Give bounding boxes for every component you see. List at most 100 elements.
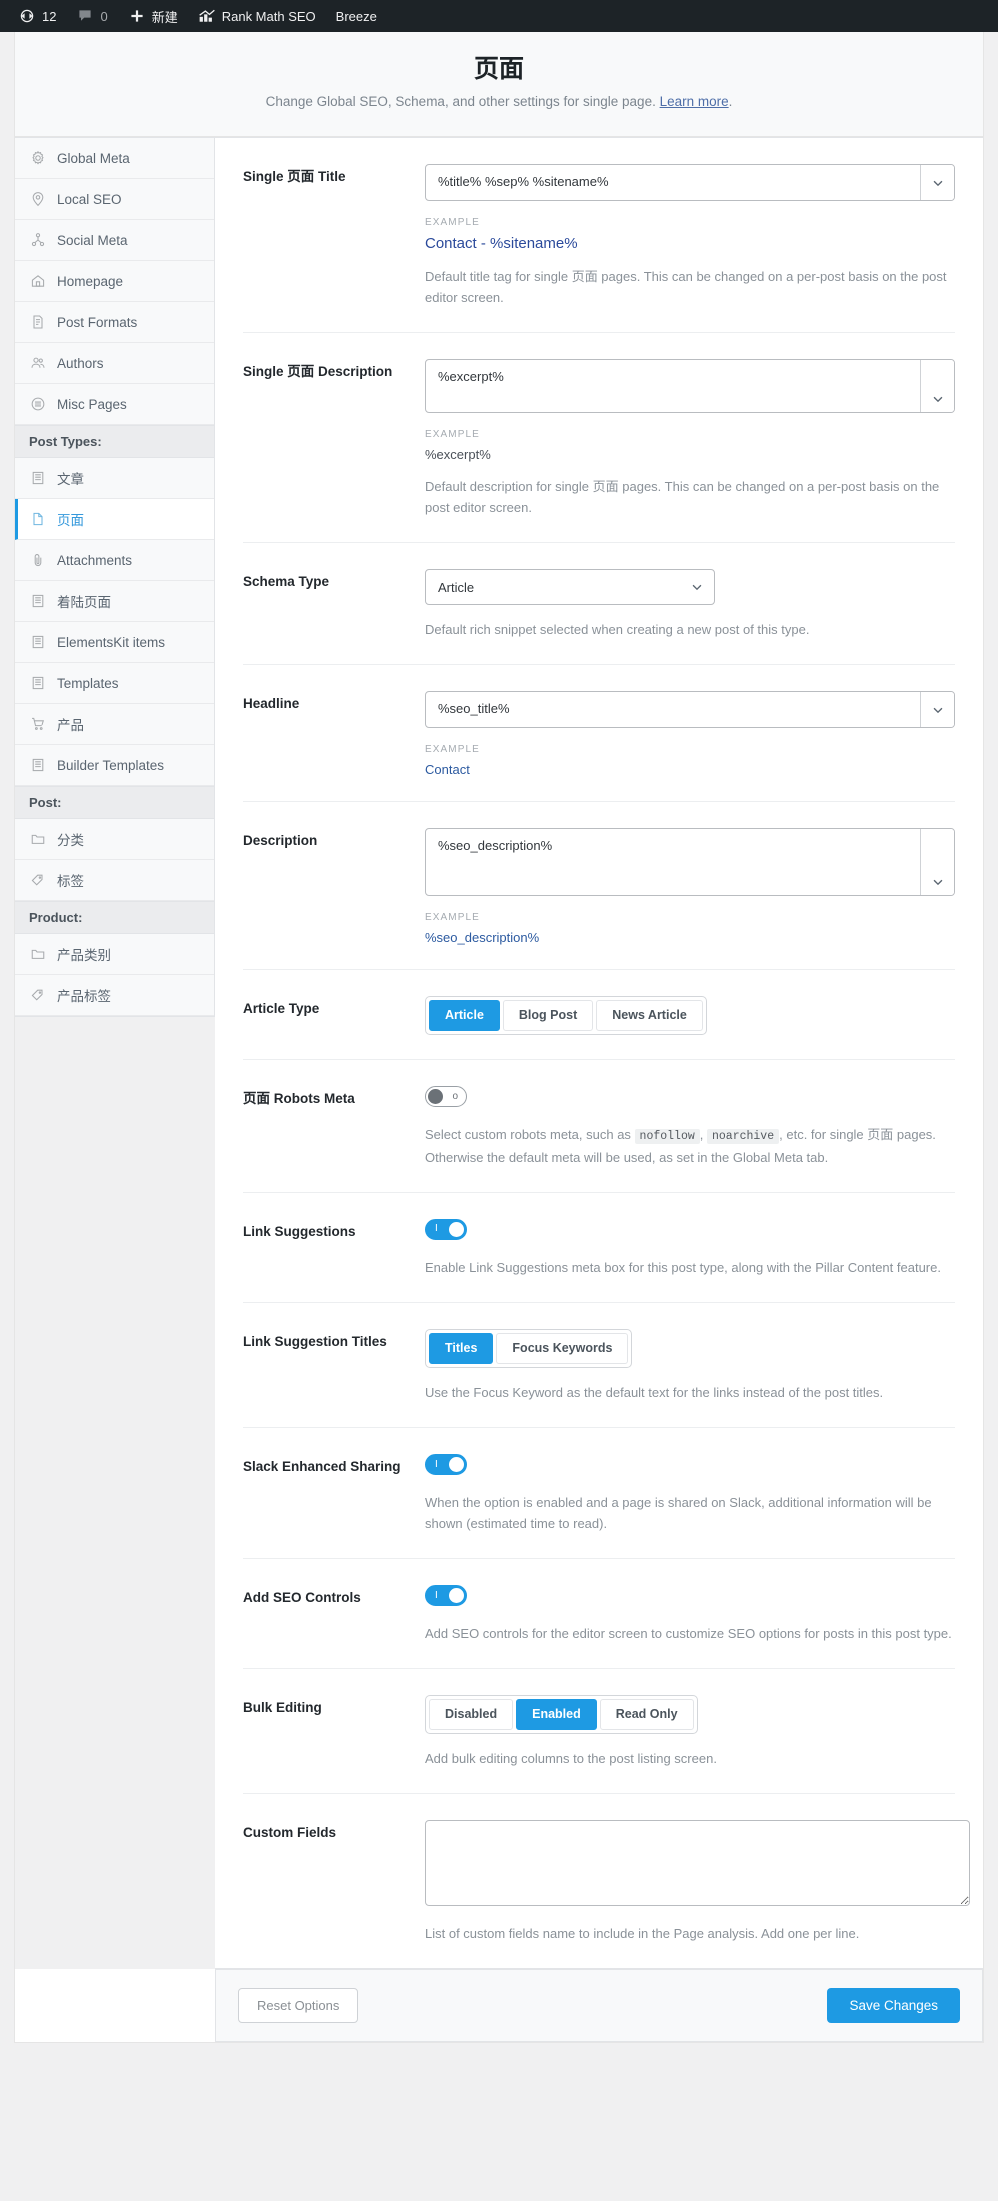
bulk-editing-option-disabled[interactable]: Disabled	[429, 1699, 514, 1731]
field-control: Article Blog Post News Article	[425, 996, 955, 1036]
field-control: %excerpt% EXAMPLE %excerpt% Default desc…	[425, 359, 955, 518]
sidebar-item-posts[interactable]: 文章	[15, 458, 214, 500]
sidebar-item-label: 产品类别	[57, 948, 111, 964]
share-nodes-icon	[29, 231, 47, 249]
field-bulk-editing: Bulk Editing Disabled Enabled Read Only …	[243, 1669, 955, 1795]
adminbar-rank-math[interactable]: Rank Math SEO	[188, 0, 326, 32]
reset-options-button[interactable]: Reset Options	[238, 1988, 359, 2024]
sidebar-item-product-categories[interactable]: 产品类别	[15, 934, 214, 976]
article-type-option-news-article[interactable]: News Article	[596, 1000, 703, 1032]
adminbar-rank-math-label: Rank Math SEO	[221, 8, 316, 24]
example-value: %seo_description%	[425, 930, 540, 946]
sidebar-item-misc-pages[interactable]: Misc Pages	[15, 384, 214, 426]
sidebar-item-global-meta[interactable]: Global Meta	[15, 138, 214, 180]
adminbar-new-content[interactable]: 新建	[118, 0, 188, 32]
description-value[interactable]: %seo_description%	[426, 829, 920, 895]
toggle-knob	[428, 1089, 443, 1105]
slack-enhanced-sharing-toggle[interactable]: I	[425, 1454, 467, 1476]
link-suggestions-toggle[interactable]: I	[425, 1218, 467, 1240]
adminbar-updates[interactable]: 12	[8, 0, 66, 32]
bulk-editing-button-group: Disabled Enabled Read Only	[425, 1695, 698, 1735]
single-title-value[interactable]: %title% %sep% %sitename%	[426, 165, 920, 200]
bulk-editing-option-enabled[interactable]: Enabled	[516, 1699, 597, 1731]
comment-bubble-icon	[76, 7, 94, 25]
single-description-value[interactable]: %excerpt%	[426, 360, 920, 412]
chevron-down-icon[interactable]	[920, 829, 954, 896]
field-label: Custom Fields	[243, 1825, 337, 1841]
field-control: Titles Focus Keywords Use the Focus Keyw…	[425, 1328, 955, 1403]
sidebar-item-builder-templates[interactable]: Builder Templates	[15, 745, 214, 787]
sidebar-item-label: Templates	[57, 675, 119, 691]
adminbar-comments-count: 0	[100, 8, 108, 24]
folder-icon	[29, 830, 47, 848]
sidebar-item-authors[interactable]: Authors	[15, 343, 214, 385]
sidebar-item-label: Authors	[57, 355, 104, 371]
sidebar-item-social-meta[interactable]: Social Meta	[15, 220, 214, 262]
settings-footer: Reset Options Save Changes	[215, 1969, 983, 2043]
help-text: Default title tag for single 页面 pages. T…	[425, 269, 947, 306]
field-headline: Headline %seo_title% EXAMPLE Contact	[243, 665, 955, 803]
sidebar-item-elementskit-items[interactable]: ElementsKit items	[15, 622, 214, 664]
field-schema-type: Schema Type Article Default rich snippet…	[243, 543, 955, 666]
paperclip-icon	[29, 551, 47, 569]
bulk-editing-option-read-only[interactable]: Read Only	[599, 1699, 694, 1731]
toggle-on-mark: I	[435, 1223, 438, 1235]
field-label: Schema Type	[243, 574, 330, 590]
help-text: When the option is enabled and a page is…	[425, 1495, 932, 1532]
robots-meta-toggle[interactable]: o	[425, 1086, 467, 1108]
sidebar-item-product-tags[interactable]: 产品标签	[15, 975, 214, 1017]
plus-icon	[128, 7, 146, 25]
single-description-input[interactable]: %excerpt%	[425, 359, 955, 414]
post-icon	[29, 592, 47, 610]
sidebar-item-post-formats[interactable]: Post Formats	[15, 302, 214, 344]
sidebar-item-label: 标签	[57, 874, 84, 890]
settings-fields: Single 页面 Title %title% %sep% %sitename%…	[215, 138, 983, 1968]
chevron-down-icon[interactable]	[920, 165, 954, 201]
article-type-option-blog-post[interactable]: Blog Post	[502, 1000, 594, 1032]
sidebar-item-homepage[interactable]: Homepage	[15, 261, 214, 303]
sidebar-item-label: Global Meta	[57, 150, 130, 166]
field-label: Link Suggestion Titles	[243, 1333, 387, 1349]
sidebar-item-label: 页面	[57, 513, 84, 529]
toggle-on-mark: I	[435, 1589, 438, 1601]
adminbar-comments[interactable]: 0	[66, 0, 117, 32]
field-label: Link Suggestions	[243, 1223, 356, 1239]
schema-type-select[interactable]: Article	[425, 569, 715, 606]
single-title-input[interactable]: %title% %sep% %sitename%	[425, 164, 955, 202]
learn-more-link[interactable]: Learn more	[660, 94, 729, 109]
toggle-on-mark: I	[435, 1458, 438, 1470]
field-label: Slack Enhanced Sharing	[243, 1459, 401, 1475]
sidebar-item-tags[interactable]: 标签	[15, 860, 214, 902]
field-label: Article Type	[243, 1001, 320, 1017]
link-suggestion-titles-option-titles[interactable]: Titles	[429, 1332, 494, 1364]
sidebar-item-categories[interactable]: 分类	[15, 819, 214, 861]
field-label: Single 页面 Title	[243, 169, 346, 185]
page-icon	[29, 510, 47, 528]
headline-value[interactable]: %seo_title%	[426, 692, 920, 727]
sidebar-item-landing-pages[interactable]: 着陆页面	[15, 581, 214, 623]
help-text: List of custom fields name to include in…	[425, 1926, 860, 1942]
sidebar-item-pages[interactable]: 页面	[15, 499, 214, 541]
sidebar-item-attachments[interactable]: Attachments	[15, 540, 214, 582]
custom-fields-textarea[interactable]	[425, 1820, 970, 1907]
field-control: I Enable Link Suggestions meta box for t…	[425, 1218, 955, 1278]
chevron-down-icon[interactable]	[920, 692, 954, 728]
add-seo-controls-toggle[interactable]: I	[425, 1585, 467, 1607]
headline-input[interactable]: %seo_title%	[425, 691, 955, 729]
adminbar-breeze[interactable]: Breeze	[326, 0, 387, 32]
save-changes-button[interactable]: Save Changes	[827, 1988, 960, 2024]
chevron-down-icon[interactable]	[920, 360, 954, 413]
schema-type-value: Article	[438, 579, 475, 595]
example-value: %excerpt%	[425, 447, 491, 463]
sidebar-group-post-types: Post Types:	[15, 425, 214, 459]
code-noarchive: noarchive	[707, 1129, 780, 1145]
sidebar-item-templates[interactable]: Templates	[15, 663, 214, 705]
page-title: 页面	[473, 55, 524, 83]
example-value: Contact	[425, 762, 470, 778]
sidebar-item-products[interactable]: 产品	[15, 704, 214, 746]
article-type-option-article[interactable]: Article	[429, 1000, 500, 1032]
toggle-knob	[449, 1457, 464, 1473]
sidebar-item-local-seo[interactable]: Local SEO	[15, 179, 214, 221]
description-input[interactable]: %seo_description%	[425, 828, 955, 897]
link-suggestion-titles-option-focus-keywords[interactable]: Focus Keywords	[496, 1332, 629, 1364]
